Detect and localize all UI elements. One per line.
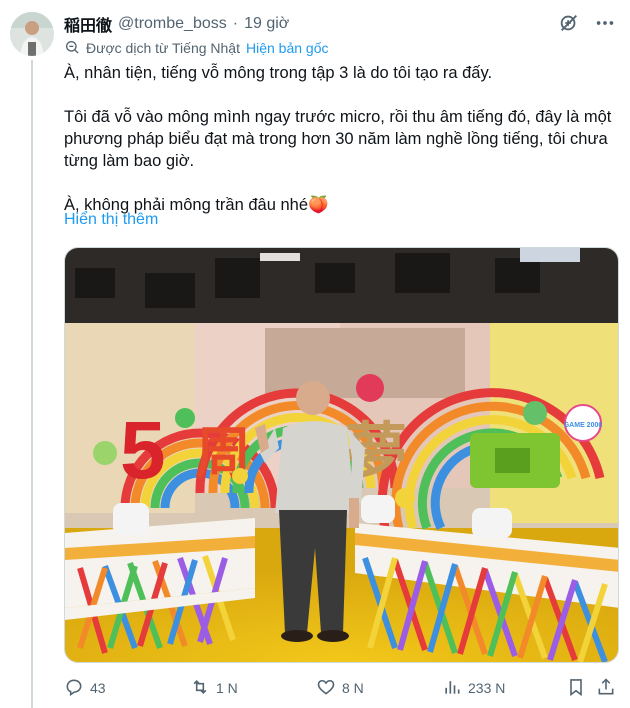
tweet-line: À, nhân tiện, tiếng vỗ mông trong tập 3 … (64, 64, 493, 82)
tweet-actions: 43 1 N 8 N 233 N (64, 676, 616, 700)
like-icon (316, 677, 336, 700)
avatar-image (10, 12, 54, 56)
user-handle[interactable]: @trombe_boss (118, 15, 227, 33)
views-action[interactable]: 233 N (442, 676, 505, 700)
tweet-photo[interactable]: 5 周 夢 GAME 2000 (64, 247, 619, 663)
like-action[interactable]: 8 N (316, 676, 364, 700)
like-count: 8 N (342, 680, 364, 696)
avatar[interactable] (10, 12, 54, 56)
show-original-link[interactable]: Hiện bản gốc (246, 40, 329, 56)
header-actions (558, 12, 616, 34)
reply-icon (64, 677, 84, 700)
show-more-link[interactable]: Hiển thị thêm (64, 211, 158, 229)
timestamp[interactable]: 19 giờ (244, 15, 289, 33)
translation-label: Được dịch từ Tiếng Nhật (86, 40, 240, 56)
repost-icon (190, 677, 210, 700)
tweet-line: từng làm bao giờ. (64, 152, 195, 170)
repost-count: 1 N (216, 680, 238, 696)
translation-notice: Được dịch từ Tiếng Nhật Hiện bản gốc (64, 38, 329, 58)
views-icon (442, 677, 462, 700)
bookmark-icon (566, 677, 586, 700)
set-number: 5 (120, 405, 166, 496)
peach-emoji: 🍑 (308, 196, 329, 214)
studio-photo: 5 周 夢 GAME 2000 (65, 248, 618, 662)
translate-icon (64, 39, 80, 58)
separator-dot: · (232, 15, 239, 32)
set-badge: GAME 2000 (564, 422, 603, 429)
views-count: 233 N (468, 680, 506, 696)
tweet-header: 稲田徹 @trombe_boss · 19 giờ (64, 13, 289, 35)
thread-line (31, 60, 33, 708)
bookmark-action[interactable] (566, 676, 586, 700)
tweet-line: phương pháp biểu đạt mà trong hơn 30 năm… (64, 130, 608, 148)
no-translate-icon[interactable] (558, 12, 580, 34)
repost-action[interactable]: 1 N (190, 676, 238, 700)
tweet-line: Tôi đã vỗ vào mông mình ngay trước micro… (64, 108, 612, 126)
share-icon (596, 677, 616, 700)
reply-action[interactable]: 43 (64, 676, 106, 700)
share-action[interactable] (596, 676, 616, 700)
more-icon[interactable] (594, 12, 616, 34)
display-name[interactable]: 稲田徹 (64, 12, 112, 36)
tweet-text: À, nhân tiện, tiếng vỗ mông trong tập 3 … (64, 62, 616, 216)
reply-count: 43 (90, 680, 106, 696)
